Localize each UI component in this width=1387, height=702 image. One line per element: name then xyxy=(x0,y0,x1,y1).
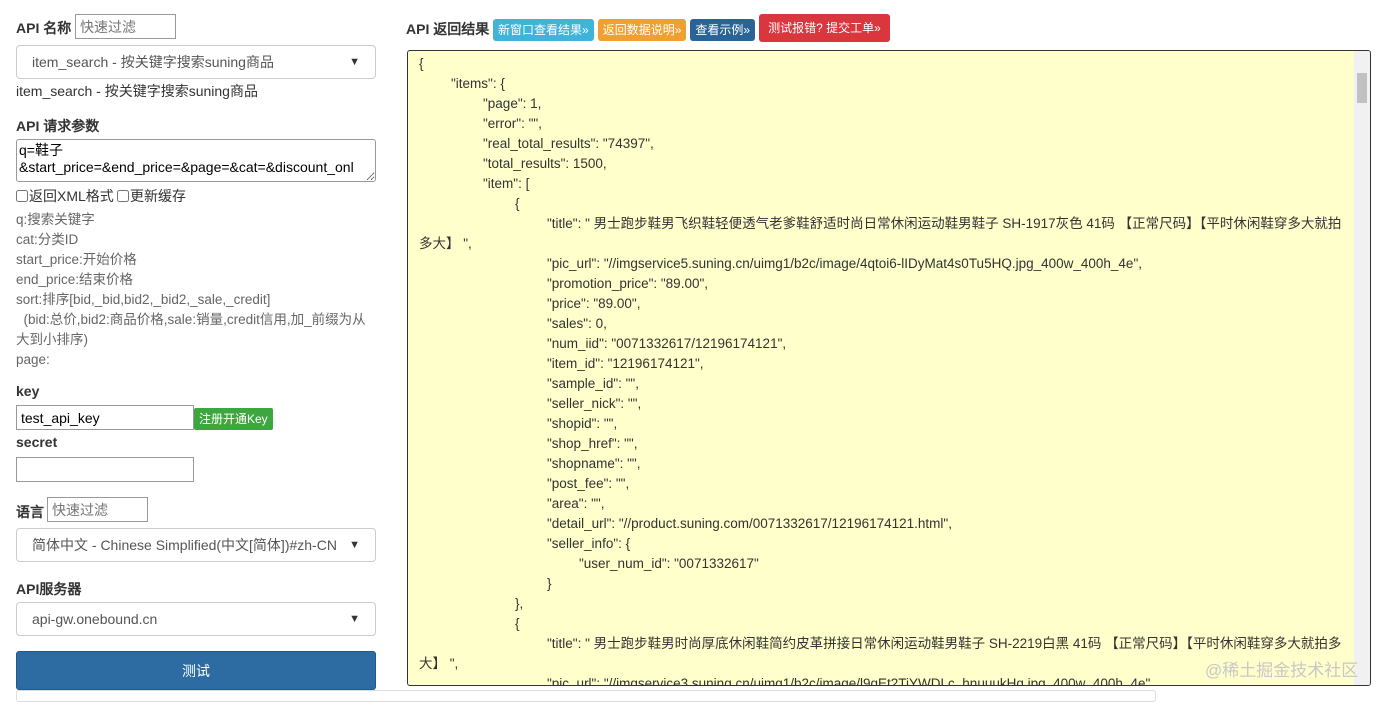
param-help-line: page: xyxy=(16,352,50,367)
api-name-label: API 名称 xyxy=(16,20,72,36)
key-input[interactable] xyxy=(16,405,194,430)
view-example-button[interactable]: 查看示例» xyxy=(690,18,756,41)
cache-checkbox-text: 更新缓存 xyxy=(130,188,186,204)
cache-checkbox[interactable] xyxy=(117,190,129,202)
report-error-button[interactable]: 测试报错? 提交工单» xyxy=(759,14,890,42)
param-help-line: sort:排序[bid,_bid,bid2,_bid2,_sale,_credi… xyxy=(16,292,271,307)
language-label: 语言 xyxy=(16,504,44,520)
scrollbar-thumb[interactable] xyxy=(1357,73,1367,103)
xml-checkbox-text: 返回XML格式 xyxy=(29,188,114,204)
response-docs-button[interactable]: 返回数据说明» xyxy=(597,18,687,41)
xml-checkbox[interactable] xyxy=(16,190,28,202)
params-label: API 请求参数 xyxy=(16,118,100,134)
chevron-down-icon: ▼ xyxy=(349,539,360,551)
register-key-button[interactable]: 注册开通Key xyxy=(194,408,273,430)
language-select[interactable]: 简体中文 - Chinese Simplified(中文[简体])#zh-CN ▼ xyxy=(16,528,376,562)
response-title: API 返回结果 xyxy=(406,21,490,37)
key-label: key xyxy=(16,383,40,399)
api-select[interactable]: item_search - 按关键字搜索suning商品 ▼ xyxy=(16,45,376,79)
chevron-down-icon: ▼ xyxy=(349,56,360,68)
api-select-value: item_search - 按关键字搜索suning商品 xyxy=(32,54,274,70)
param-help-line: q:搜索关键字 xyxy=(16,212,95,227)
api-description: item_search - 按关键字搜索suning商品 xyxy=(16,83,258,99)
chevron-down-icon: ▼ xyxy=(349,613,360,625)
response-json: { "items": { "page": 1, "error": "", "re… xyxy=(419,56,1342,686)
cache-checkbox-label[interactable]: 更新缓存 xyxy=(117,186,186,206)
server-select-value: api-gw.onebound.cn xyxy=(32,611,158,627)
language-select-value: 简体中文 - Chinese Simplified(中文[简体])#zh-CN xyxy=(32,537,337,553)
bottom-panel xyxy=(16,690,1156,702)
watermark: @稀土掘金技术社区 xyxy=(1205,661,1359,680)
secret-label: secret xyxy=(16,434,58,450)
response-toolbar: 新窗口查看结果» 返回数据说明» 查看示例» 测试报错? 提交工单» xyxy=(493,14,894,42)
language-filter-input[interactable] xyxy=(47,497,148,522)
server-select[interactable]: api-gw.onebound.cn ▼ xyxy=(16,602,376,636)
param-help: q:搜索关键字 cat:分类ID start_price:开始价格 end_pr… xyxy=(16,210,376,370)
api-filter-input[interactable] xyxy=(75,14,176,39)
response-output[interactable]: { "items": { "page": 1, "error": "", "re… xyxy=(407,50,1371,686)
xml-checkbox-label[interactable]: 返回XML格式 xyxy=(16,186,114,206)
param-help-line: start_price:开始价格 xyxy=(16,252,137,267)
param-help-line: end_price:结束价格 xyxy=(16,272,134,287)
open-new-window-button[interactable]: 新窗口查看结果» xyxy=(493,18,594,41)
param-help-line: cat:分类ID xyxy=(16,232,79,247)
server-label: API服务器 xyxy=(16,581,82,597)
param-help-line: (bid:总价,bid2:商品价格,sale:销量,credit信用,加_前缀为… xyxy=(16,312,366,347)
response-scrollbar[interactable] xyxy=(1354,51,1370,685)
test-button[interactable]: 测试 xyxy=(16,651,376,690)
secret-input[interactable] xyxy=(16,457,194,482)
params-textarea[interactable]: q=鞋子 &start_price=&end_price=&page=&cat=… xyxy=(16,139,376,182)
